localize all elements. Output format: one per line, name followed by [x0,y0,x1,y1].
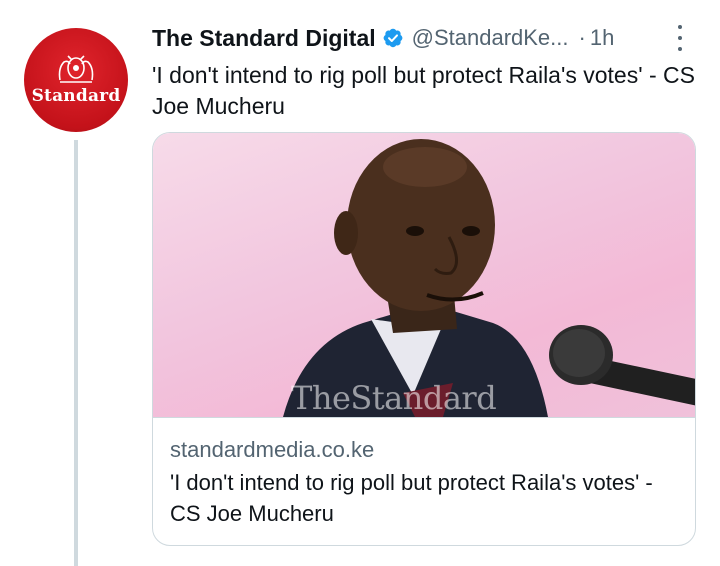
card-divider [153,417,695,418]
crest-icon [58,55,94,83]
tweet-header: The Standard Digital @StandardKe... · 1h [152,20,700,56]
tweet-timestamp[interactable]: 1h [590,25,614,51]
image-watermark: TheStandard [291,379,497,417]
card-domain[interactable]: standardmedia.co.ke [170,437,374,463]
author-handle[interactable]: @StandardKe... [412,25,569,51]
author-name[interactable]: The Standard Digital [152,25,376,52]
verified-badge-icon [383,28,403,48]
tweet-text: 'I don't intend to rig poll but protect … [152,62,696,119]
card-image[interactable]: TheStandard [153,133,695,417]
more-options-icon[interactable] [668,22,692,54]
avatar-column: Standard [24,28,128,132]
card-title[interactable]: 'I don't intend to rig poll but protect … [170,467,680,529]
link-card[interactable]: TheStandard standardmedia.co.ke 'I don't… [152,132,696,546]
card-photo [283,139,695,417]
avatar-brand-text: Standard [31,86,121,106]
separator-dot: · [578,25,586,50]
avatar[interactable]: Standard [24,28,128,132]
thread-line [74,140,78,566]
